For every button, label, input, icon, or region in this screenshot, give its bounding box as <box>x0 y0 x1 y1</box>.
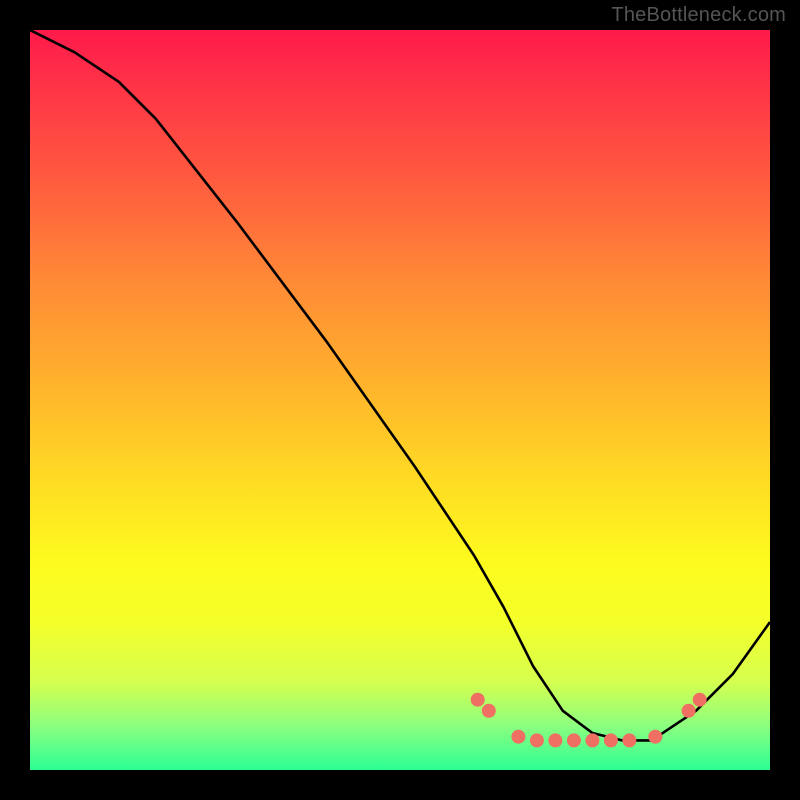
chart-svg <box>30 30 770 770</box>
marker-dot <box>548 733 562 747</box>
marker-dot <box>511 730 525 744</box>
marker-dot <box>604 733 618 747</box>
marker-dot <box>682 704 696 718</box>
chart-frame: TheBottleneck.com <box>0 0 800 800</box>
plot-area <box>30 30 770 770</box>
marker-dot <box>471 693 485 707</box>
marker-dots <box>471 693 707 748</box>
marker-dot <box>482 704 496 718</box>
marker-dot <box>567 733 581 747</box>
marker-dot <box>648 730 662 744</box>
marker-dot <box>585 733 599 747</box>
marker-dot <box>693 693 707 707</box>
marker-dot <box>530 733 544 747</box>
curve-line <box>30 30 770 740</box>
marker-dot <box>622 733 636 747</box>
watermark-text: TheBottleneck.com <box>611 4 786 27</box>
